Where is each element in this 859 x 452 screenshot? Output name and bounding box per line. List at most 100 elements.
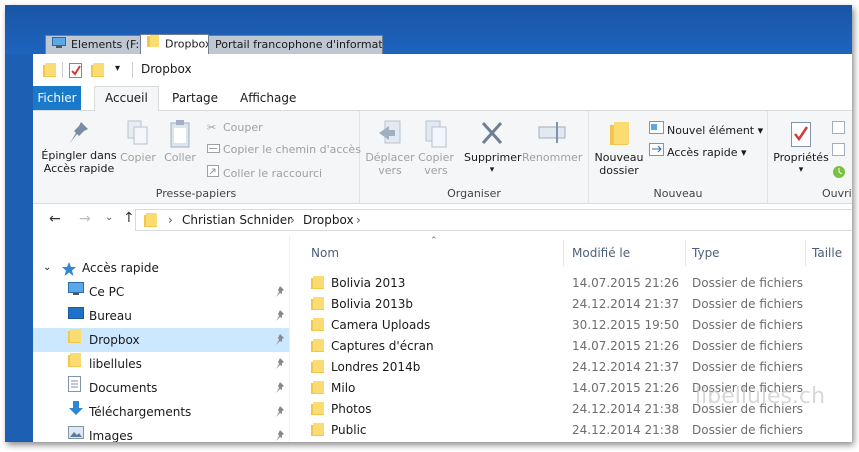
scissors-icon: ✂ xyxy=(207,121,217,134)
tab-elements[interactable]: Elements (F:) xyxy=(45,35,141,54)
edit-icon[interactable] xyxy=(832,143,846,160)
up-arrow-icon[interactable]: ↑ xyxy=(123,210,135,226)
new-item-button[interactable]: Nouvel élément ▾ xyxy=(649,121,763,138)
new-folder-icon[interactable] xyxy=(91,63,105,81)
tab-share[interactable]: Partage xyxy=(162,86,228,110)
pin-icon[interactable] xyxy=(275,280,285,304)
tab-dropbox[interactable]: Dropbox xyxy=(140,34,209,54)
paste-button[interactable]: Coller xyxy=(161,119,199,164)
nav-item[interactable]: Dropbox xyxy=(33,328,289,352)
paste-shortcut-button[interactable]: Coller le raccourci xyxy=(207,165,322,181)
file-row[interactable]: Londres 2014b 24.12.2014 21:37 Dossier de … xyxy=(291,357,852,378)
column-size[interactable]: Taille xyxy=(812,236,842,270)
nav-label: Accès rapide xyxy=(82,261,159,275)
column-divider[interactable] xyxy=(685,240,686,266)
pin-icon[interactable] xyxy=(275,424,285,442)
column-type[interactable]: Type xyxy=(692,236,720,270)
properties-button[interactable]: Propriétés ▾ xyxy=(770,119,832,177)
properties-icon xyxy=(770,119,832,151)
nav-item[interactable]: Bureau xyxy=(33,304,289,328)
nav-item[interactable]: Ce PC xyxy=(33,280,289,304)
properties-icon[interactable] xyxy=(69,62,83,81)
rename-icon xyxy=(522,119,582,151)
tab-view[interactable]: Affichage xyxy=(230,86,306,110)
nav-item[interactable]: libellules xyxy=(33,352,289,376)
nav-label: Téléchargements xyxy=(89,405,192,419)
address-bar-row: ← → ⌄ ↑ › Christian Schnider › Dropbox › xyxy=(33,204,852,236)
address-box[interactable]: › Christian Schnider › Dropbox › xyxy=(135,209,852,231)
pin-icon[interactable] xyxy=(275,328,285,352)
back-arrow-icon[interactable]: ← xyxy=(49,211,61,227)
chevron-down-icon[interactable]: ⌄ xyxy=(43,256,51,280)
nav-item[interactable]: Documents xyxy=(33,376,289,400)
path-icon xyxy=(207,143,223,157)
file-row[interactable]: Captures d'écran 14.07.2015 21:26 Dossier … xyxy=(291,336,852,357)
pin-icon[interactable] xyxy=(275,400,285,424)
tab-portail[interactable]: Portail francophone d'informatique - lib… xyxy=(208,35,383,54)
file-row[interactable]: Bolivia 2013 14.07.2015 21:26 Dossier de f… xyxy=(291,273,852,294)
breadcrumb-item[interactable]: Dropbox xyxy=(303,213,354,227)
move-to-button[interactable]: Déplacer vers xyxy=(364,119,416,177)
file-modified: 24.12.2014 21:37 xyxy=(572,360,680,374)
tab-home[interactable]: Accueil xyxy=(94,86,159,112)
nav-item[interactable]: Téléchargements xyxy=(33,400,289,424)
file-name: Captures d'écran xyxy=(331,339,434,353)
tab-file[interactable]: Fichier xyxy=(33,86,81,110)
folder-icon xyxy=(311,423,325,442)
history-icon[interactable] xyxy=(832,165,846,182)
nav-label: libellules xyxy=(89,357,142,371)
file-modified: 24.12.2014 21:38 xyxy=(572,423,680,437)
group-label: Nouveau xyxy=(653,187,703,200)
delete-button[interactable]: Supprimer ▾ xyxy=(464,119,522,177)
file-type: Dossier de fichiers xyxy=(692,339,804,353)
group-label: Ouvri xyxy=(822,187,852,200)
column-divider[interactable] xyxy=(563,240,564,266)
file-modified: 14.07.2015 21:26 xyxy=(572,276,680,290)
file-row[interactable]: Bolivia 2013b 24.12.2014 21:37 Dossier de … xyxy=(291,294,852,315)
forward-arrow-icon[interactable]: → xyxy=(79,211,91,227)
download-icon xyxy=(68,400,84,424)
pin-quick-access-button[interactable]: Épingler dans Accès rapide xyxy=(41,119,117,175)
cut-button[interactable]: ✂ Couper xyxy=(207,121,263,135)
recent-chevron-icon[interactable]: ⌄ xyxy=(105,212,113,223)
pin-icon[interactable] xyxy=(275,304,285,328)
column-modified[interactable]: Modifié le xyxy=(572,236,630,270)
breadcrumb-item[interactable]: Christian Schnider xyxy=(182,213,292,227)
file-type: Dossier de fichiers xyxy=(692,276,804,290)
group-open: Propriétés ▾ Ouvri xyxy=(768,111,852,203)
column-name[interactable]: Nom xyxy=(311,236,339,270)
rename-button[interactable]: Renommer xyxy=(522,119,582,164)
watermark: libellules.ch xyxy=(695,384,826,409)
copy-to-button[interactable]: Copier vers xyxy=(416,119,456,177)
customize-chevron-icon[interactable]: ▾ xyxy=(115,63,120,74)
chevron-down-icon: ▾ xyxy=(489,165,495,175)
chevron-down-icon: ▾ xyxy=(798,165,804,175)
file-type: Dossier de fichiers xyxy=(692,297,804,311)
new-item-icon xyxy=(649,121,667,138)
breadcrumb-separator-icon[interactable]: › xyxy=(356,213,361,227)
nav-item[interactable]: Images xyxy=(33,424,289,442)
open-icon[interactable] xyxy=(832,121,846,138)
folder-icon xyxy=(68,352,82,376)
easy-access-button[interactable]: Accès rapide ▾ xyxy=(649,143,747,160)
file-name: Public xyxy=(331,423,367,437)
breadcrumb-separator-icon[interactable]: › xyxy=(168,213,173,227)
file-row[interactable]: Camera Uploads 30.12.2015 19:50 Dossier de… xyxy=(291,315,852,336)
nav-quick-access[interactable]: ⌄ Accès rapide xyxy=(33,256,289,280)
pin-icon[interactable] xyxy=(275,376,285,400)
tab-label: Elements (F:) xyxy=(71,38,141,51)
file-list: ⌃ Nom Modifié le Type Taille Bolivia 201… xyxy=(291,236,852,442)
divider xyxy=(132,62,133,78)
images-icon xyxy=(68,424,84,442)
folder-icon xyxy=(144,213,158,231)
column-divider[interactable] xyxy=(805,240,806,266)
pane-divider[interactable] xyxy=(289,236,290,442)
breadcrumb-separator-icon[interactable]: › xyxy=(290,213,295,227)
copy-path-button[interactable]: Copier le chemin d'accès xyxy=(207,143,361,157)
close-x-icon xyxy=(464,119,520,151)
pin-icon[interactable] xyxy=(275,352,285,376)
file-row[interactable]: Public 24.12.2014 21:38 Dossier de fichier… xyxy=(291,420,852,441)
new-folder-button[interactable]: Nouveau dossier xyxy=(593,119,645,177)
copy-button[interactable]: Copier xyxy=(119,119,157,164)
group-label: Organiser xyxy=(447,187,501,200)
